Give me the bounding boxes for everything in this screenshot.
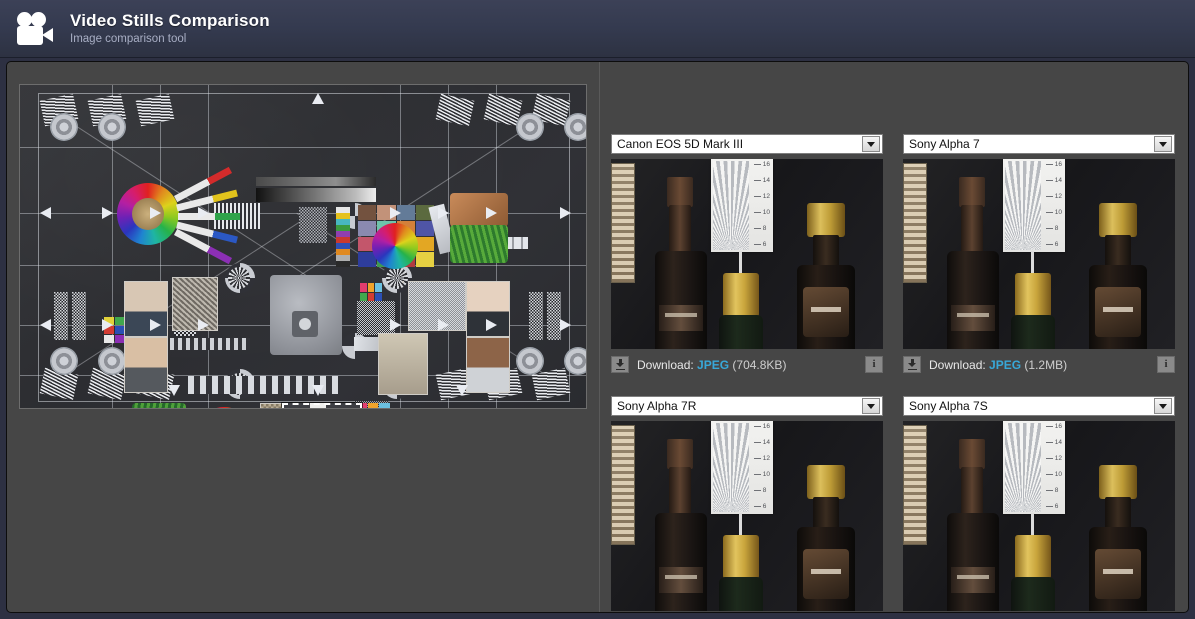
chevron-down-icon[interactable]	[862, 398, 880, 414]
page-subtitle: Image comparison tool	[70, 32, 187, 45]
download-size-1: (1.2MB)	[1024, 357, 1068, 372]
resolution-chart-card: 16 14 12 10 8 6	[711, 159, 773, 252]
sample-image-3[interactable]: 16 14 12 10 8 6	[903, 421, 1175, 611]
download-format-0[interactable]: JPEG	[697, 358, 729, 372]
download-icon[interactable]	[611, 356, 629, 373]
download-label-1: Download:	[929, 357, 986, 372]
comparison-cell: Sony Alpha 7S 16 14 12 10 8 6	[903, 396, 1175, 612]
download-text-1: Download: JPEG (1.2MB)	[929, 358, 1067, 372]
camera-select-3[interactable]: Sony Alpha 7S	[903, 396, 1175, 416]
sample-image-2[interactable]: 16 14 12 10 8 6	[611, 421, 883, 611]
chevron-down-icon[interactable]	[862, 136, 880, 152]
info-icon[interactable]: i	[1157, 356, 1175, 373]
panel-divider	[599, 62, 600, 612]
test-chart-image[interactable]	[19, 84, 587, 409]
camera-select-label-1: Sony Alpha 7	[909, 137, 980, 151]
main-body: Canon EOS 5D Mark III 16 14 12 10 8 6 Do…	[6, 61, 1189, 613]
download-format-1[interactable]: JPEG	[989, 358, 1021, 372]
header-titles: Video Stills Comparison Image comparison…	[70, 11, 270, 47]
resolution-chart-card: 16 14 12 10 8 6	[1003, 421, 1065, 514]
app-window: Video Stills Comparison Image comparison…	[0, 0, 1195, 619]
comparison-cell: Sony Alpha 7R 16 14 12 10 8 6	[611, 396, 883, 612]
ruler-ticks: 16 14 12 10 8 6	[1045, 423, 1062, 510]
camera-select-1[interactable]: Sony Alpha 7	[903, 134, 1175, 154]
crop-selection-box[interactable]	[281, 402, 363, 408]
ruler-ticks: 16 14 12 10 8 6	[753, 423, 770, 510]
app-logo	[14, 7, 58, 51]
camera-select-label-0: Canon EOS 5D Mark III	[617, 137, 744, 151]
sample-image-1[interactable]: 16 14 12 10 8 6	[903, 159, 1175, 349]
download-size-0: (704.8KB)	[732, 357, 787, 372]
video-camera-icon	[15, 11, 57, 46]
comparison-cell: Sony Alpha 7 16 14 12 10 8 6 Download: J…	[903, 134, 1175, 373]
download-text-0: Download: JPEG (704.8KB)	[637, 358, 786, 372]
resolution-chart-card: 16 14 12 10 8 6	[1003, 159, 1065, 252]
camera-select-label-2: Sony Alpha 7R	[617, 399, 697, 413]
page-title: Video Stills Comparison	[70, 10, 270, 30]
chevron-down-icon[interactable]	[1154, 136, 1172, 152]
resolution-chart-card: 16 14 12 10 8 6	[711, 421, 773, 514]
camera-select-2[interactable]: Sony Alpha 7R	[611, 396, 883, 416]
download-icon[interactable]	[903, 356, 921, 373]
camera-select-label-3: Sony Alpha 7S	[909, 399, 988, 413]
ruler-ticks: 16 14 12 10 8 6	[753, 161, 770, 248]
ruler-ticks: 16 14 12 10 8 6	[1045, 161, 1062, 248]
app-header: Video Stills Comparison Image comparison…	[0, 0, 1195, 58]
download-row-0: Download: JPEG (704.8KB) i	[611, 355, 883, 374]
comparison-grid: Canon EOS 5D Mark III 16 14 12 10 8 6 Do…	[611, 134, 1183, 611]
download-label-0: Download:	[637, 357, 694, 372]
comparison-cell: Canon EOS 5D Mark III 16 14 12 10 8 6 Do…	[611, 134, 883, 373]
info-icon[interactable]: i	[865, 356, 883, 373]
chevron-down-icon[interactable]	[1154, 398, 1172, 414]
camera-select-0[interactable]: Canon EOS 5D Mark III	[611, 134, 883, 154]
sample-image-0[interactable]: 16 14 12 10 8 6	[611, 159, 883, 349]
download-row-1: Download: JPEG (1.2MB) i	[903, 355, 1175, 374]
